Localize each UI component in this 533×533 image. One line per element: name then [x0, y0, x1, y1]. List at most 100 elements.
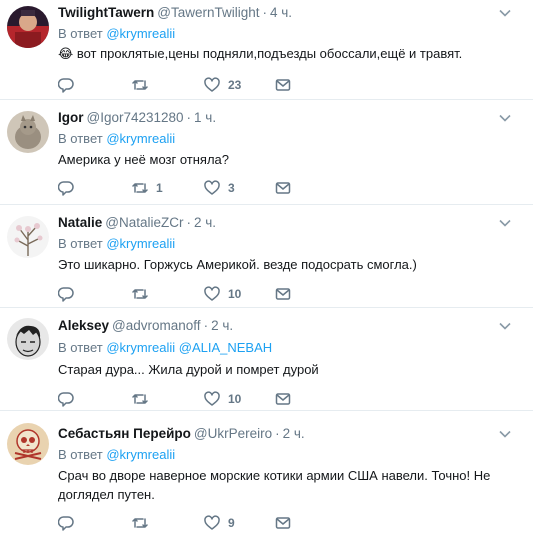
- direct-message-button[interactable]: [275, 514, 291, 532]
- chevron-down-icon[interactable]: [499, 112, 511, 124]
- tweet-text: Срач во дворе наверное морские котики ар…: [58, 468, 491, 502]
- avatar[interactable]: [7, 216, 49, 258]
- direct-message-button[interactable]: [275, 179, 291, 197]
- reply-context: В ответ @krymrealii: [58, 131, 175, 146]
- user-handle[interactable]: @Igor74231280: [87, 110, 184, 125]
- reply-prefix: В ответ: [58, 447, 103, 462]
- tweet-text: Это шикарно. Горжусь Америкой. везде под…: [58, 257, 417, 272]
- reply-button[interactable]: [58, 285, 82, 303]
- display-name[interactable]: Aleksey: [58, 318, 109, 333]
- tweet: Себастьян Перейро @UkrPereiro · 2 ч. В отве…: [0, 411, 533, 533]
- avatar[interactable]: [7, 111, 49, 153]
- like-button[interactable]: 3: [204, 179, 235, 197]
- mention-link[interactable]: @krymrealii: [106, 236, 175, 251]
- mention-link[interactable]: @ALIA_NEBAH: [179, 340, 272, 355]
- reply-context: В ответ @krymrealii: [58, 447, 175, 462]
- tweet-actions: 1 3: [58, 179, 318, 197]
- tweet-header: TwilightTawern @TawernTwilight · 4 ч.: [58, 5, 293, 20]
- display-name[interactable]: Igor: [58, 110, 84, 125]
- display-name[interactable]: Natalie: [58, 215, 102, 230]
- like-count: 9: [228, 516, 235, 530]
- retweet-icon: [132, 394, 148, 404]
- tweet-header: Себастьян Перейро @UkrPereiro · 2 ч.: [58, 426, 305, 441]
- mention-link[interactable]: @krymrealii: [106, 26, 175, 41]
- tweet-actions: 23: [58, 76, 318, 94]
- retweet-button[interactable]: [132, 514, 156, 532]
- timestamp[interactable]: 1 ч.: [194, 110, 216, 125]
- retweet-icon: [132, 80, 148, 90]
- heart-icon: [204, 77, 220, 92]
- reply-icon: [58, 78, 74, 93]
- tweet: TwilightTawern @TawernTwilight · 4 ч. В отв…: [0, 0, 533, 100]
- chevron-down-icon[interactable]: [499, 217, 511, 229]
- tweet-header: Igor @Igor74231280 · 1 ч.: [58, 110, 217, 125]
- reply-button[interactable]: [58, 76, 82, 94]
- reply-icon: [58, 392, 74, 407]
- tweet-text: 😂 вот проклятые,цены подняли,подъезды об…: [58, 46, 463, 61]
- timestamp[interactable]: 4 ч.: [270, 5, 292, 20]
- chevron-down-icon[interactable]: [499, 320, 511, 332]
- reply-prefix: В ответ: [58, 236, 103, 251]
- tweet-text: Старая дура... Жила дурой и помрет дурой: [58, 362, 319, 377]
- avatar[interactable]: [7, 318, 49, 360]
- reply-feed: TwilightTawern @TawernTwilight · 4 ч. В отв…: [0, 0, 533, 533]
- reply-button[interactable]: [58, 514, 82, 532]
- mention-link[interactable]: @krymrealii: [106, 447, 175, 462]
- retweet-button[interactable]: 1: [132, 179, 163, 197]
- heart-icon: [204, 286, 220, 301]
- direct-message-icon: [275, 393, 291, 405]
- like-button[interactable]: 23: [204, 76, 241, 94]
- reply-prefix: В ответ: [58, 131, 103, 146]
- user-handle[interactable]: @TawernTwilight: [157, 5, 259, 20]
- display-name[interactable]: Себастьян Перейро: [58, 426, 191, 441]
- direct-message-button[interactable]: [275, 390, 291, 408]
- like-count: 23: [228, 78, 242, 92]
- user-handle[interactable]: @UkrPereiro: [194, 426, 272, 441]
- like-button[interactable]: 9: [204, 514, 235, 532]
- reply-prefix: В ответ: [58, 26, 103, 41]
- avatar[interactable]: [7, 6, 49, 48]
- avatar[interactable]: [7, 423, 49, 465]
- chevron-down-icon[interactable]: [499, 428, 511, 440]
- tweet-text: Америка у неё мозг отняла?: [58, 152, 230, 167]
- like-count: 10: [228, 287, 242, 301]
- retweet-button[interactable]: [132, 390, 156, 408]
- reply-context: В ответ @krymrealii: [58, 26, 175, 41]
- chevron-down-icon[interactable]: [499, 7, 511, 19]
- reply-button[interactable]: [58, 179, 82, 197]
- timestamp[interactable]: 2 ч.: [194, 215, 216, 230]
- avatar-image: [7, 111, 49, 153]
- like-button[interactable]: 10: [204, 390, 241, 408]
- mention-link[interactable]: @krymrealii: [106, 340, 175, 355]
- like-count: 3: [228, 181, 235, 195]
- mention-link[interactable]: @krymrealii: [106, 131, 175, 146]
- like-button[interactable]: 10: [204, 285, 241, 303]
- timestamp[interactable]: 2 ч.: [211, 318, 233, 333]
- avatar-image: [7, 6, 49, 48]
- display-name[interactable]: TwilightTawern: [58, 5, 154, 20]
- user-handle[interactable]: @NatalieZCr: [105, 215, 183, 230]
- emoji: 😂: [58, 46, 74, 61]
- reply-button[interactable]: [58, 390, 82, 408]
- avatar-image: [7, 216, 49, 258]
- reply-context: В ответ @krymrealii: [58, 236, 175, 251]
- direct-message-icon: [275, 79, 291, 91]
- like-count: 10: [228, 392, 242, 406]
- direct-message-icon: [275, 288, 291, 300]
- timestamp[interactable]: 2 ч.: [283, 426, 305, 441]
- reply-icon: [58, 181, 74, 196]
- tweet-header: Aleksey @advromanoff · 2 ч.: [58, 318, 234, 333]
- avatar-image: [7, 423, 49, 465]
- reply-prefix: В ответ: [58, 340, 103, 355]
- reply-icon: [58, 516, 74, 531]
- direct-message-button[interactable]: [275, 285, 291, 303]
- heart-icon: [204, 180, 220, 195]
- direct-message-button[interactable]: [275, 76, 291, 94]
- direct-message-icon: [275, 182, 291, 194]
- retweet-button[interactable]: [132, 285, 156, 303]
- tweet-actions: 10: [58, 390, 318, 408]
- retweet-button[interactable]: [132, 76, 156, 94]
- direct-message-icon: [275, 517, 291, 529]
- user-handle[interactable]: @advromanoff: [112, 318, 201, 333]
- tweet-actions: 10: [58, 285, 318, 303]
